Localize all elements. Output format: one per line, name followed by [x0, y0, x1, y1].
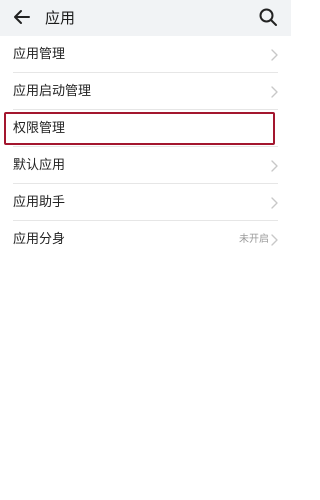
- list-item-label: 应用分身: [13, 231, 66, 247]
- list-item-label: 应用管理: [13, 46, 66, 62]
- list-item-app-assistant[interactable]: 应用助手: [0, 184, 291, 221]
- back-arrow-icon: [14, 10, 30, 24]
- list-item-default-apps[interactable]: 默认应用: [0, 147, 291, 184]
- list-item-label: 应用助手: [13, 194, 66, 210]
- list-item-app-management[interactable]: 应用管理: [0, 36, 291, 73]
- chevron-right-icon: [271, 197, 278, 209]
- back-button[interactable]: [10, 6, 34, 28]
- chevron-right-icon: [271, 86, 278, 98]
- chevron-right-icon: [271, 234, 278, 246]
- search-icon: [259, 8, 277, 26]
- chevron-right-icon: [271, 160, 278, 172]
- list-item-label: 默认应用: [13, 157, 66, 173]
- list-item-label: 应用启动管理: [13, 83, 92, 99]
- app-settings-screen: 应用 应用管理 应用启动管理 权限管理 默认应用 应用助手 应用分身 未开启: [0, 0, 291, 500]
- settings-list: 应用管理 应用启动管理 权限管理 默认应用 应用助手 应用分身 未开启: [0, 36, 291, 258]
- top-app-bar: 应用: [0, 0, 291, 36]
- list-item-app-launch-management[interactable]: 应用启动管理: [0, 73, 291, 110]
- search-button[interactable]: [257, 6, 279, 28]
- list-item-app-twin[interactable]: 应用分身 未开启: [0, 221, 291, 258]
- chevron-right-icon: [271, 49, 278, 61]
- page-title: 应用: [45, 9, 76, 27]
- highlight-box: [4, 112, 275, 145]
- status-value: 未开启: [239, 233, 269, 245]
